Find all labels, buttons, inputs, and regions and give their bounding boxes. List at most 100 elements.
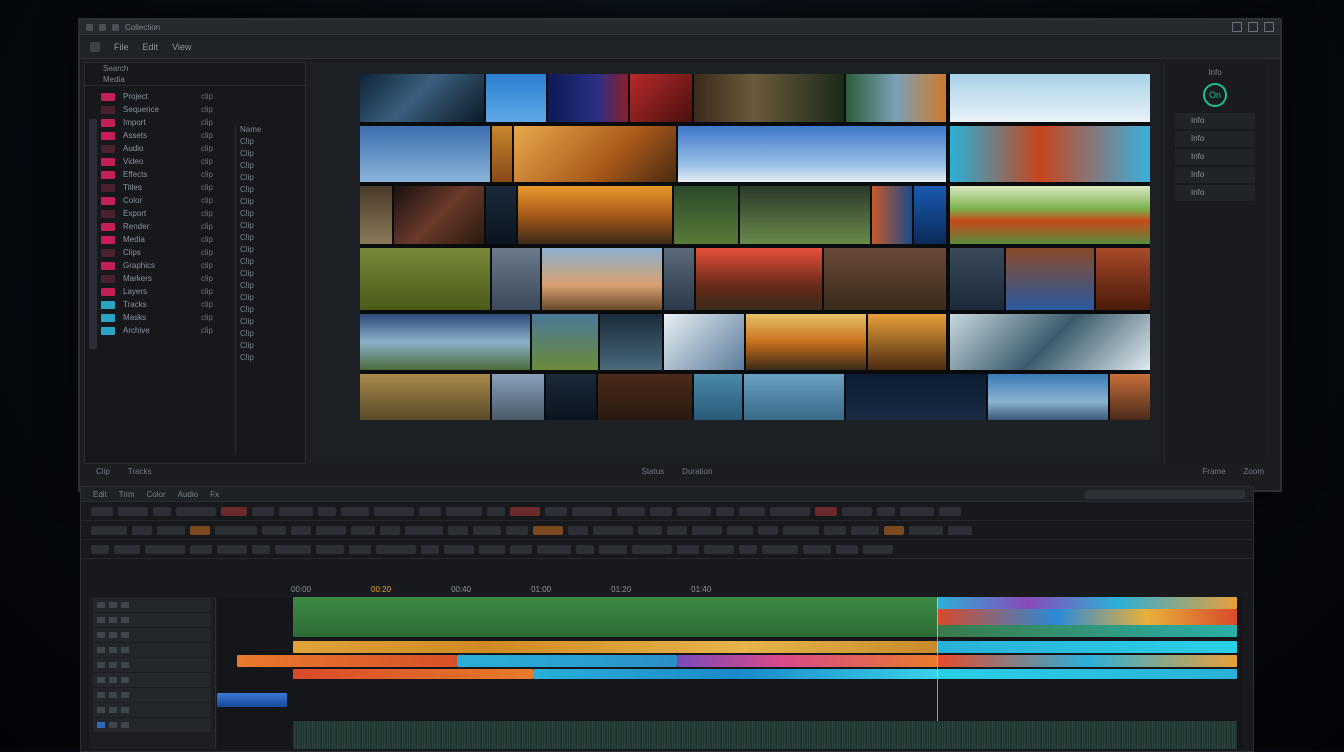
bin-list-item[interactable]: Clip xyxy=(236,281,306,293)
toolbar-button[interactable] xyxy=(446,506,482,516)
bin-list-item[interactable]: Clip xyxy=(236,137,306,149)
tab-edit[interactable]: Edit xyxy=(93,490,107,499)
minimize-icon[interactable] xyxy=(1232,22,1242,32)
media-thumbnail[interactable] xyxy=(664,248,694,310)
toolbar-button[interactable] xyxy=(448,525,468,535)
toolbar-button[interactable] xyxy=(275,544,311,554)
toolbar-button[interactable] xyxy=(510,544,532,554)
track-toggle-icon[interactable] xyxy=(121,632,129,638)
track-toggle-icon[interactable] xyxy=(97,632,105,638)
toolbar-button[interactable] xyxy=(758,525,778,535)
toolbar-button[interactable] xyxy=(900,506,934,516)
track-header[interactable] xyxy=(93,613,211,627)
toolbar-button[interactable] xyxy=(770,506,810,516)
audio-waveform[interactable] xyxy=(293,721,1237,749)
toolbar-button[interactable] xyxy=(217,544,247,554)
timeline-clip[interactable] xyxy=(237,655,457,667)
media-thumbnail[interactable] xyxy=(630,74,692,122)
timeline-clip[interactable] xyxy=(937,609,1237,625)
media-thumbnail[interactable] xyxy=(492,126,512,182)
toolbar-button[interactable] xyxy=(692,525,722,535)
track-toggle-icon[interactable] xyxy=(97,677,105,683)
toolbar-button[interactable] xyxy=(506,525,528,535)
toolbar-button[interactable] xyxy=(909,525,943,535)
inspector-item[interactable]: Info xyxy=(1175,185,1255,201)
bin-list-item[interactable]: Clip xyxy=(236,245,306,257)
media-thumbnail[interactable] xyxy=(950,314,1150,370)
toolbar-button[interactable] xyxy=(118,506,148,516)
media-pool-row[interactable]: Sequence clip xyxy=(85,103,305,116)
media-thumbnail[interactable] xyxy=(542,248,662,310)
toolbar-button[interactable] xyxy=(510,506,540,516)
toolbar-button[interactable] xyxy=(190,544,212,554)
bin-list-item[interactable]: Clip xyxy=(236,161,306,173)
inspector-item[interactable]: Info xyxy=(1175,113,1255,129)
toolbar-button[interactable] xyxy=(677,544,699,554)
timeline-clip[interactable] xyxy=(937,655,1237,667)
bin-list-item[interactable]: Clip xyxy=(236,329,306,341)
track-header[interactable] xyxy=(93,718,211,732)
bin-list-item[interactable]: Clip xyxy=(236,185,306,197)
toolbar-button[interactable] xyxy=(851,525,879,535)
bin-list-item[interactable]: Clip xyxy=(236,221,306,233)
track-toggle-icon[interactable] xyxy=(121,647,129,653)
toolbar-button[interactable] xyxy=(91,525,127,535)
inspector-item[interactable]: Info xyxy=(1175,131,1255,147)
track-toggle-icon[interactable] xyxy=(109,677,117,683)
media-thumbnail[interactable] xyxy=(518,186,672,244)
close-icon[interactable] xyxy=(1264,22,1274,32)
toolbar-button[interactable] xyxy=(221,506,247,516)
timeline-clip[interactable] xyxy=(293,669,533,679)
media-thumbnail[interactable] xyxy=(1006,248,1094,310)
toolbar-button[interactable] xyxy=(316,525,346,535)
timeline-clip[interactable] xyxy=(937,625,1237,637)
toolbar-button[interactable] xyxy=(638,525,662,535)
toolbar-button[interactable] xyxy=(537,544,571,554)
toolbar-button[interactable] xyxy=(863,544,893,554)
track-toggle-icon[interactable] xyxy=(97,692,105,698)
toolbar-button[interactable] xyxy=(704,544,734,554)
toolbar-button[interactable] xyxy=(145,544,185,554)
toolbar-button[interactable] xyxy=(341,506,369,516)
toolbar-button[interactable] xyxy=(677,506,711,516)
toolbar-button[interactable] xyxy=(262,525,286,535)
media-thumbnail[interactable] xyxy=(846,74,946,122)
tab-audio[interactable]: Audio xyxy=(178,490,198,499)
toolbar-button[interactable] xyxy=(176,506,216,516)
bin-list-item[interactable]: Clip xyxy=(236,197,306,209)
menu-view[interactable]: View xyxy=(172,42,191,52)
toolbar-button[interactable] xyxy=(444,544,474,554)
track-header[interactable] xyxy=(93,643,211,657)
track-toggle-icon[interactable] xyxy=(109,617,117,623)
media-thumbnail[interactable] xyxy=(546,374,596,420)
toolbar-button[interactable] xyxy=(291,525,311,535)
track-toggle-icon[interactable] xyxy=(97,722,105,728)
track-header[interactable] xyxy=(93,628,211,642)
timeline-clip[interactable] xyxy=(293,641,937,653)
media-thumbnail[interactable] xyxy=(514,126,676,182)
track-toggle-icon[interactable] xyxy=(97,617,105,623)
track-header[interactable] xyxy=(93,598,211,612)
toolbar-button[interactable] xyxy=(91,506,113,516)
track-toggle-icon[interactable] xyxy=(121,662,129,668)
record-toggle-icon[interactable]: On xyxy=(1203,83,1227,107)
bin-list-item[interactable]: Clip xyxy=(236,149,306,161)
bin-list-item[interactable]: Clip xyxy=(236,305,306,317)
toolbar-button[interactable] xyxy=(877,506,895,516)
toolbar-button[interactable] xyxy=(533,525,563,535)
toolbar-button[interactable] xyxy=(545,506,567,516)
inspector-item[interactable]: Info xyxy=(1175,149,1255,165)
bin-list-item[interactable]: Clip xyxy=(236,173,306,185)
toolbar-button[interactable] xyxy=(190,525,210,535)
toolbar-button[interactable] xyxy=(842,506,872,516)
toolbar-button[interactable] xyxy=(739,506,765,516)
track-header[interactable] xyxy=(93,703,211,717)
track-toggle-icon[interactable] xyxy=(109,632,117,638)
track-toggle-icon[interactable] xyxy=(109,722,117,728)
toolbar-button[interactable] xyxy=(572,506,612,516)
toolbar-button[interactable] xyxy=(667,525,687,535)
toolbar-button[interactable] xyxy=(824,525,846,535)
toolbar-button[interactable] xyxy=(318,506,336,516)
toolbar-button[interactable] xyxy=(349,544,371,554)
tab-fx[interactable]: Fx xyxy=(210,490,219,499)
